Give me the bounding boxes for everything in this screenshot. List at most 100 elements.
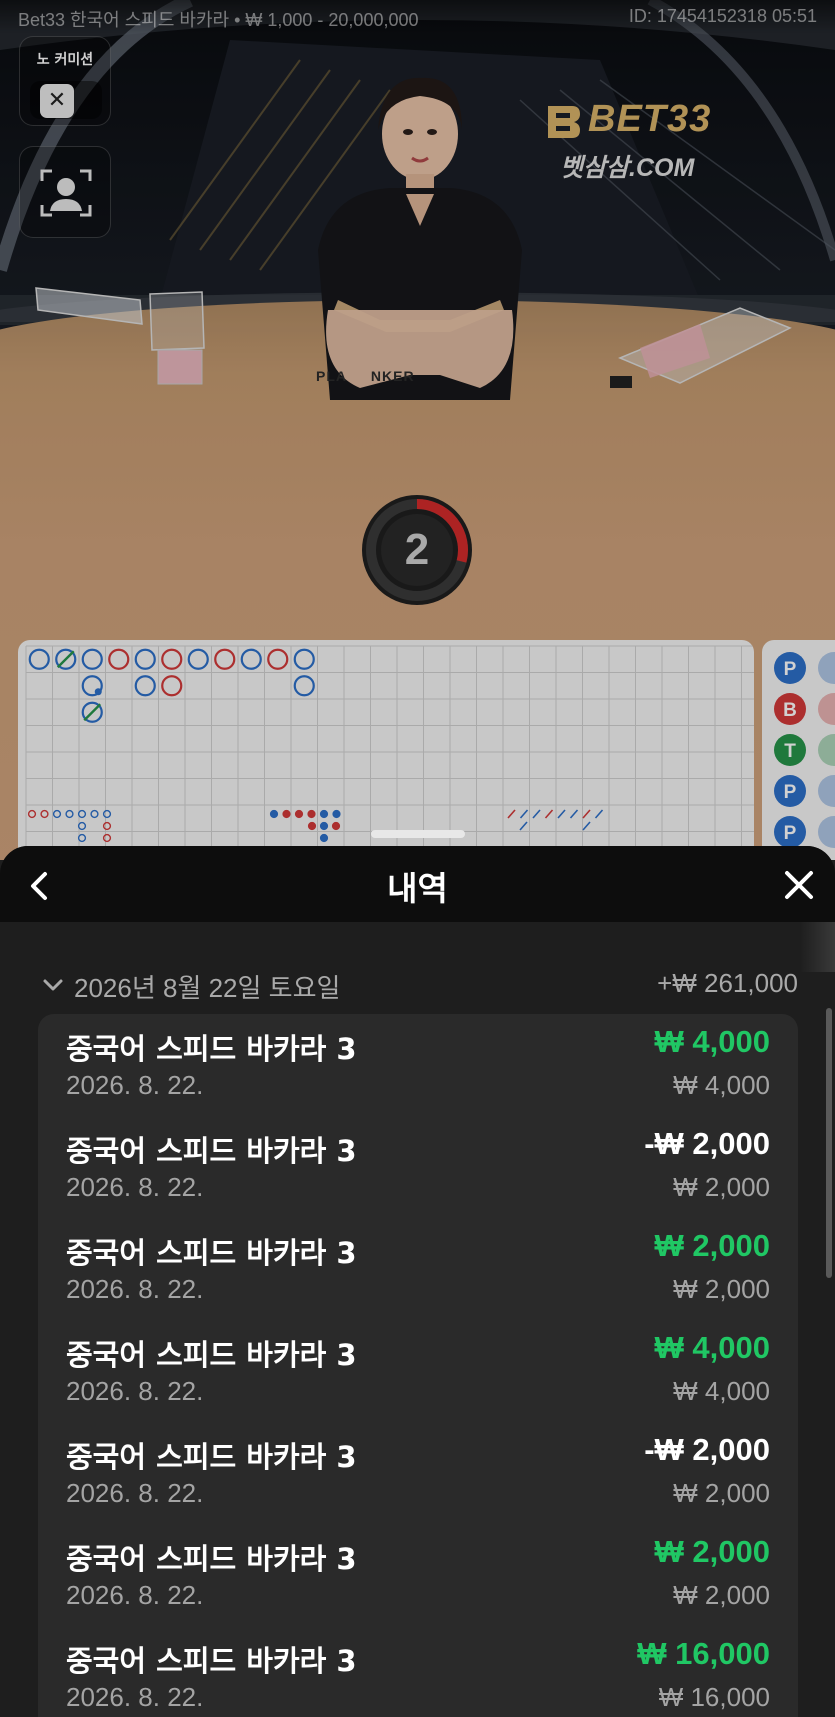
bet33-logo: BET33 벳삼삼.COM	[540, 98, 730, 188]
derived-road-mark	[27, 809, 37, 819]
derived-road-mark	[102, 821, 112, 831]
history-row[interactable]: 중국어 스피드 바카라 3 2026. 8. 22. -₩ 2,000 ₩ 2,…	[38, 1422, 798, 1524]
row-game-name: 중국어 스피드 바카라 3	[66, 1440, 357, 1474]
row-result: -₩ 2,000	[644, 1432, 770, 1467]
big-road-mark	[134, 675, 156, 697]
derived-road-mark	[40, 809, 49, 819]
row-game-name: 중국어 스피드 바카라 3	[66, 1236, 357, 1270]
row-bet-amount: ₩ 16,000	[658, 1682, 770, 1712]
logo-subtext: 벳삼삼.COM	[560, 154, 695, 182]
big-road-mark	[161, 675, 183, 697]
big-road-mark	[81, 648, 103, 670]
side-badge-preview	[818, 693, 835, 725]
derived-road-mark	[77, 821, 87, 831]
derived-road-mark	[319, 809, 329, 819]
side-badge-preview	[818, 816, 835, 848]
big-road-mark	[293, 648, 315, 670]
row-game-name: 중국어 스피드 바카라 3	[66, 1542, 357, 1576]
table-title: Bet33 한국어 스피드 바카라 • ₩ 1,000 - 20,000,000	[18, 10, 419, 30]
history-panel: 내역 2026년 8월 22일 토요일 +₩ 261,000 중국어 스피드 바…	[0, 846, 835, 1717]
row-date: 2026. 8. 22.	[66, 1580, 204, 1610]
discard-tray	[610, 307, 792, 388]
derived-road-mark	[65, 809, 74, 819]
date-group-header[interactable]: 2026년 8월 22일 토요일 +₩ 261,000	[36, 966, 798, 1006]
side-badge-label: P	[784, 782, 797, 803]
date-group-label: 2026년 8월 22일 토요일	[74, 973, 341, 1003]
derived-road-mark	[307, 809, 316, 819]
row-result: ₩ 2,000	[654, 1534, 770, 1569]
logo-text: BET33	[588, 98, 712, 140]
history-row[interactable]: 중국어 스피드 바카라 3 2026. 8. 22. ₩ 2,000 ₩ 2,0…	[38, 1524, 798, 1626]
pair-dot	[94, 688, 102, 696]
history-row[interactable]: 중국어 스피드 바카라 3 2026. 8. 22. ₩ 4,000 ₩ 4,0…	[38, 1320, 798, 1422]
scrollbar[interactable]	[826, 1008, 832, 1278]
derived-road-mark	[331, 821, 341, 831]
row-result: ₩ 4,000	[654, 1330, 770, 1365]
row-game-name: 중국어 스피드 바카라 3	[66, 1644, 357, 1678]
side-roadmap-badges: PBTPP	[774, 652, 835, 848]
big-road-mark	[161, 648, 183, 670]
camera-focus-button[interactable]	[19, 146, 111, 238]
row-result: ₩ 16,000	[637, 1636, 770, 1671]
derived-road-mark	[269, 809, 279, 819]
big-road-mark	[187, 648, 209, 670]
date-group-total: +₩ 261,000	[657, 968, 798, 998]
derived-road-mark	[294, 809, 304, 819]
derived-road-mark	[52, 809, 62, 819]
person-focus-icon	[40, 169, 92, 217]
row-game-name: 중국어 스피드 바카라 3	[66, 1032, 357, 1066]
row-bet-amount: ₩ 4,000	[673, 1070, 770, 1100]
betting-timer: 2	[361, 494, 473, 606]
row-date: 2026. 8. 22.	[66, 1376, 204, 1406]
tie-slash	[56, 650, 75, 669]
history-row[interactable]: 중국어 스피드 바카라 3 2026. 8. 22. -₩ 2,000 ₩ 2,…	[38, 1116, 798, 1218]
panel-header: 내역	[0, 846, 835, 922]
derived-road-mark	[102, 833, 112, 843]
bead-road-scoreboard[interactable]	[18, 640, 754, 860]
close-button[interactable]	[777, 863, 821, 907]
cockroach-road-mark	[569, 809, 579, 819]
side-badge-label: B	[783, 700, 797, 721]
big-road-mark	[267, 648, 289, 670]
no-commission-toggle[interactable]: 노 커미션 ✕	[19, 36, 111, 126]
top-info-bar: Bet33 한국어 스피드 바카라 • ₩ 1,000 - 20,000,000…	[0, 0, 835, 34]
big-road-mark	[134, 648, 156, 670]
side-badge-label: P	[784, 823, 797, 844]
cockroach-road-mark	[544, 809, 554, 819]
chevron-down-icon	[43, 979, 63, 991]
row-bet-amount: ₩ 2,000	[673, 1580, 770, 1610]
cockroach-road-mark	[582, 809, 591, 819]
side-roadmap[interactable]: PBTPP	[762, 640, 835, 860]
history-row[interactable]: 중국어 스피드 바카라 3 2026. 8. 22. ₩ 16,000 ₩ 16…	[38, 1626, 798, 1717]
row-date: 2026. 8. 22.	[66, 1172, 204, 1202]
big-road-mark	[108, 648, 130, 670]
cockroach-road-mark	[519, 821, 528, 831]
cockroach-road-mark	[557, 809, 566, 819]
big-road-mark	[240, 648, 262, 670]
side-badge-preview	[818, 652, 835, 684]
row-date: 2026. 8. 22.	[66, 1070, 204, 1100]
row-bet-amount: ₩ 4,000	[673, 1376, 770, 1406]
derived-road-mark	[319, 821, 329, 831]
history-row[interactable]: 중국어 스피드 바카라 3 2026. 8. 22. ₩ 4,000 ₩ 4,0…	[38, 1014, 798, 1116]
drag-handle[interactable]	[371, 830, 465, 838]
side-badge-label: T	[784, 741, 796, 762]
derived-road-mark	[307, 821, 317, 831]
row-date: 2026. 8. 22.	[66, 1274, 204, 1304]
cockroach-road-mark	[519, 809, 529, 819]
cockroach-road-mark	[594, 809, 604, 819]
row-game-name: 중국어 스피드 바카라 3	[66, 1338, 357, 1372]
panel-edge-shadow	[800, 922, 835, 972]
derived-road-mark	[319, 833, 329, 843]
row-date: 2026. 8. 22.	[66, 1478, 204, 1508]
row-game-name: 중국어 스피드 바카라 3	[66, 1134, 357, 1168]
derived-road-mark	[332, 809, 341, 819]
history-list: 중국어 스피드 바카라 3 2026. 8. 22. ₩ 4,000 ₩ 4,0…	[38, 1014, 798, 1717]
close-icon	[785, 871, 813, 899]
close-icon: ✕	[40, 84, 74, 118]
roadmap-grid	[25, 645, 754, 860]
derived-road-mark	[90, 809, 99, 819]
history-row[interactable]: 중국어 스피드 바카라 3 2026. 8. 22. ₩ 2,000 ₩ 2,0…	[38, 1218, 798, 1320]
big-road-mark	[293, 675, 315, 697]
big-road-mark	[214, 648, 236, 670]
